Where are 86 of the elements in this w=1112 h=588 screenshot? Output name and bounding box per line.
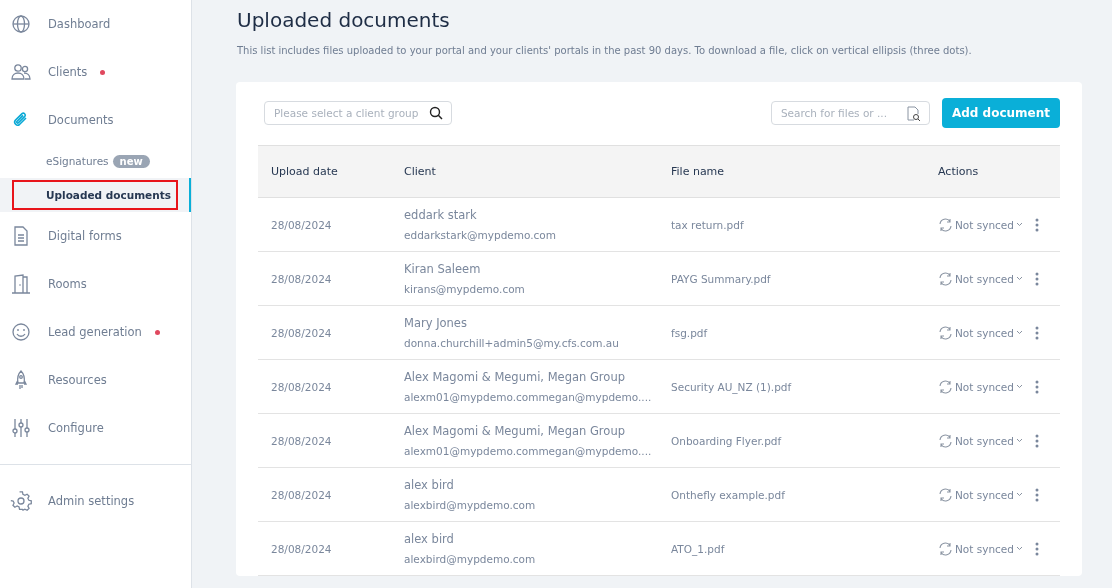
refresh-icon	[938, 487, 953, 502]
column-header: Upload date	[258, 145, 391, 198]
people-icon	[11, 62, 31, 82]
sidebar-item[interactable]: Admin settings	[0, 477, 191, 525]
sync-status-dropdown[interactable]: Not synced	[938, 325, 1023, 340]
sidebar-item[interactable]: Digital forms	[0, 212, 191, 260]
sliders-icon	[11, 418, 31, 438]
client-name: Mary Jones	[404, 316, 468, 330]
column-header: Actions	[925, 145, 1060, 198]
date-cell: 28/08/2024	[258, 359, 391, 414]
column-header: Client	[391, 145, 658, 198]
date-cell: 28/08/2024	[258, 413, 391, 468]
sync-status-dropdown[interactable]: Not synced	[938, 541, 1023, 556]
sidebar-item[interactable]: Lead generation	[0, 308, 191, 356]
sync-status-dropdown[interactable]: Not synced	[938, 433, 1023, 448]
caret-icon	[1016, 222, 1023, 227]
client-group-field[interactable]: Please select a client group	[264, 101, 452, 125]
sync-status-dropdown[interactable]: Not synced	[938, 217, 1023, 232]
smiley-icon	[11, 322, 31, 342]
caret-icon	[1016, 330, 1023, 335]
sidebar-item[interactable]: Configure	[0, 404, 191, 452]
more-icon[interactable]	[1035, 379, 1039, 394]
client-email: alexm01@mypdemo.commegan@mypdemo....	[404, 445, 653, 457]
sync-status-dropdown[interactable]: Not synced	[938, 487, 1023, 502]
caret-icon	[1016, 438, 1023, 443]
date-cell: 28/08/2024	[258, 467, 391, 522]
date-cell: 28/08/2024	[258, 305, 391, 360]
client-email: eddarkstark@mypdemo.com	[404, 229, 557, 241]
file-name-cell: Security AU_NZ (1).pdf	[658, 359, 925, 414]
settings-icon	[11, 491, 31, 511]
date-cell: 28/08/2024	[258, 521, 391, 576]
refresh-icon	[938, 271, 953, 286]
client-name: eddark stark	[404, 208, 478, 222]
door-icon	[11, 274, 31, 294]
client-name: alex bird	[404, 478, 455, 492]
sync-status-dropdown[interactable]: Not synced	[938, 379, 1023, 394]
add-document-button[interactable]: Add document	[941, 98, 1060, 128]
more-icon[interactable]	[1035, 541, 1039, 556]
file-name-cell: Onthefly example.pdf	[658, 467, 925, 522]
more-icon[interactable]	[1035, 271, 1039, 286]
caret-icon	[1016, 384, 1023, 389]
client-email: donna.churchill+admin5@my.cfs.com.au	[404, 337, 620, 349]
new-badge: new	[112, 154, 150, 168]
sidebar-subitem[interactable]: Uploaded documents	[0, 178, 191, 212]
column-header: File name	[658, 145, 925, 198]
document-search-icon	[906, 106, 921, 121]
client-email: alexbird@mypdemo.com	[404, 553, 537, 565]
client-name: Alex Magomi & Megumi, Megan Group	[404, 370, 626, 384]
sidebar-item[interactable]: Dashboard	[0, 0, 191, 48]
date-cell: 28/08/2024	[258, 251, 391, 306]
file-name-cell: tax return.pdf	[658, 197, 925, 252]
caret-icon	[1016, 546, 1023, 551]
more-icon[interactable]	[1035, 433, 1039, 448]
file-search-field[interactable]: Search for files or ...	[770, 101, 930, 125]
document-icon	[11, 226, 31, 246]
page-description: This list includes files uploaded to your portal and your clients' portals in the past 90 days. To download a file, click on vertical ellipsis (three dots).	[237, 45, 973, 56]
client-email: alexm01@mypdemo.commegan@mypdemo....	[404, 391, 653, 403]
globe-icon	[11, 14, 31, 34]
sidebar-item[interactable]: Clients	[0, 48, 191, 96]
more-icon[interactable]	[1035, 487, 1039, 502]
search-icon	[429, 106, 443, 120]
more-icon[interactable]	[1035, 325, 1039, 340]
caret-icon	[1016, 492, 1023, 497]
date-cell: 28/08/2024	[258, 197, 391, 252]
refresh-icon	[938, 541, 953, 556]
sync-status-dropdown[interactable]: Not synced	[938, 271, 1023, 286]
sidebar-item[interactable]: Resources	[0, 356, 191, 404]
client-name: Alex Magomi & Megumi, Megan Group	[404, 424, 626, 438]
file-name-cell: Onboarding Flyer.pdf	[658, 413, 925, 468]
refresh-icon	[938, 217, 953, 232]
sidebar-subitem[interactable]: eSignatures new	[0, 144, 191, 178]
refresh-icon	[938, 379, 953, 394]
client-name: Kiran Saleem	[404, 262, 482, 276]
client-email: kirans@mypdemo.com	[404, 283, 526, 295]
client-name: alex bird	[404, 532, 455, 546]
sidebar-item[interactable]: Rooms	[0, 260, 191, 308]
file-name-cell: fsg.pdf	[658, 305, 925, 360]
client-email: alexbird@mypdemo.com	[404, 499, 537, 511]
refresh-icon	[938, 433, 953, 448]
refresh-icon	[938, 325, 953, 340]
page-title: Uploaded documents	[237, 8, 451, 32]
sidebar-item[interactable]: Documents	[0, 96, 191, 144]
file-name-cell: ATO_1.pdf	[658, 521, 925, 576]
caret-icon	[1016, 276, 1023, 281]
file-name-cell: PAYG Summary.pdf	[658, 251, 925, 306]
more-icon[interactable]	[1035, 217, 1039, 232]
